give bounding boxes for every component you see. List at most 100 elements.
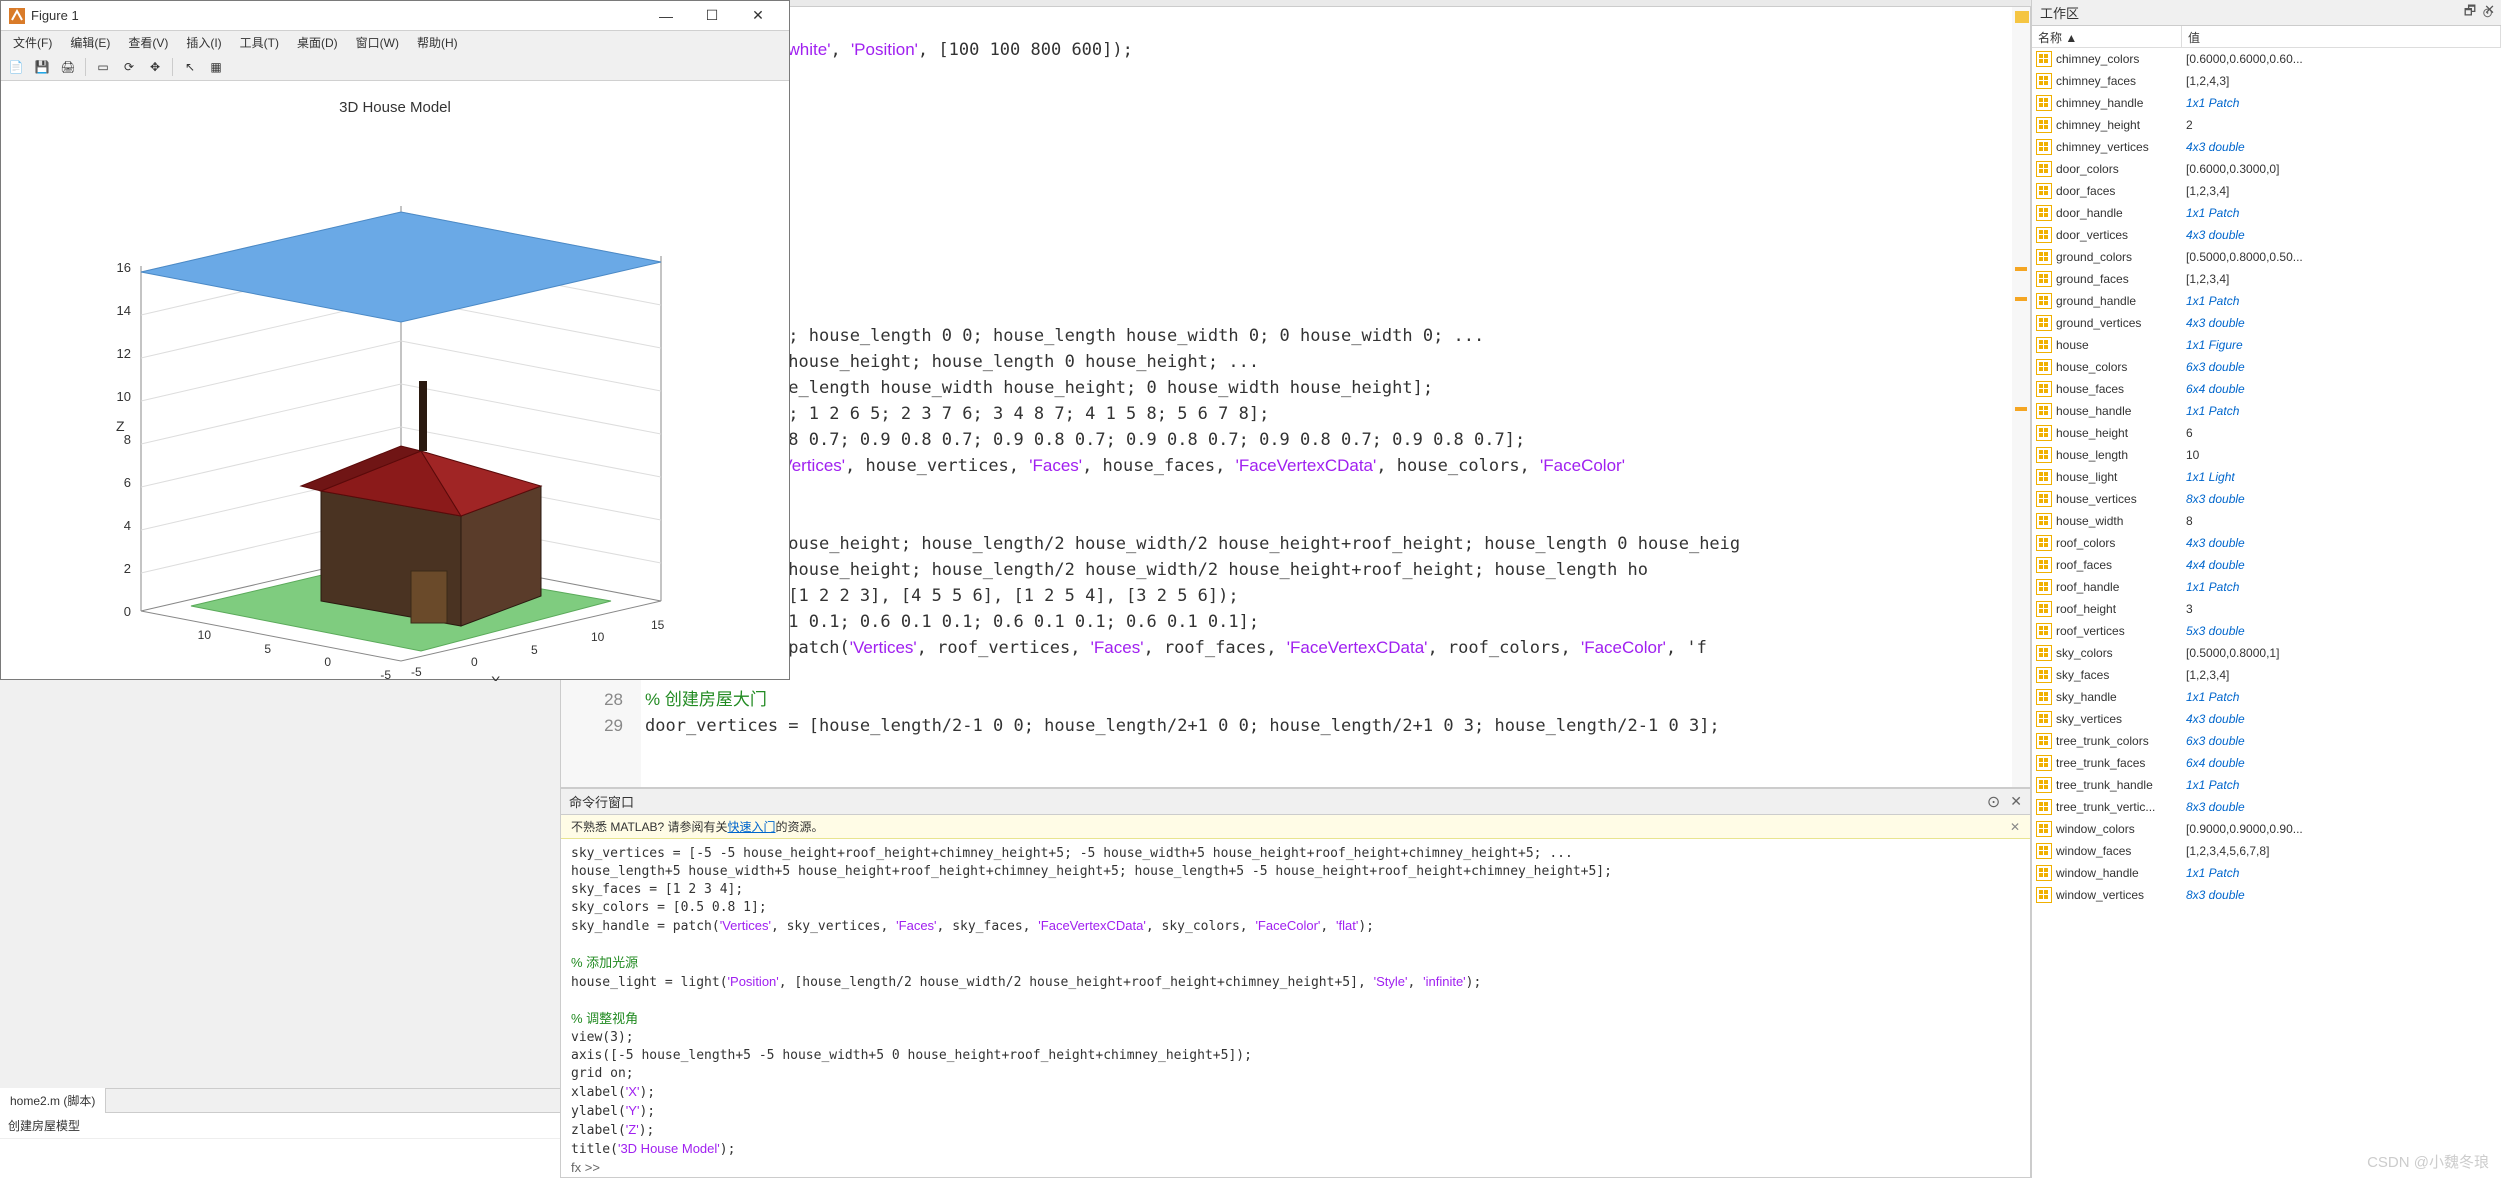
workspace-var[interactable]: window_faces[1,2,3,4,5,6,7,8] bbox=[2032, 840, 2501, 862]
variable-icon bbox=[2036, 95, 2052, 111]
cursor-icon[interactable]: ↖ bbox=[179, 56, 201, 78]
variable-icon bbox=[2036, 623, 2052, 639]
workspace-var[interactable]: chimney_faces[1,2,4,3] bbox=[2032, 70, 2501, 92]
workspace-list[interactable]: chimney_colors[0.6000,0.6000,0.60...chim… bbox=[2032, 48, 2501, 1178]
workspace-var[interactable]: ground_vertices4x3 double bbox=[2032, 312, 2501, 334]
script-section[interactable]: 创建房屋模型 bbox=[0, 1113, 560, 1139]
variable-icon bbox=[2036, 161, 2052, 177]
workspace-var[interactable]: roof_handle1x1 Patch bbox=[2032, 576, 2501, 598]
workspace-var[interactable]: tree_trunk_colors6x3 double bbox=[2032, 730, 2501, 752]
figure-window[interactable]: Figure 1 — ☐ ✕ 文件(F) 编辑(E) 查看(V) 插入(I) 工… bbox=[0, 0, 790, 680]
workspace-var[interactable]: house_width8 bbox=[2032, 510, 2501, 532]
col-value[interactable]: 值 bbox=[2182, 26, 2501, 47]
workspace-var[interactable]: sky_handle1x1 Patch bbox=[2032, 686, 2501, 708]
svg-text:10: 10 bbox=[117, 389, 131, 404]
close-infobar-icon[interactable]: ✕ bbox=[2010, 820, 2020, 834]
pointer-icon[interactable]: ▭ bbox=[92, 56, 114, 78]
workspace-var[interactable]: window_colors[0.9000,0.9000,0.90... bbox=[2032, 818, 2501, 840]
workspace-var[interactable]: window_handle1x1 Patch bbox=[2032, 862, 2501, 884]
code-body[interactable]: 屋模型 figure('Color', 'white', 'Position',… bbox=[641, 7, 2030, 787]
figure-titlebar[interactable]: Figure 1 — ☐ ✕ bbox=[1, 1, 789, 31]
workspace-var[interactable]: house_light1x1 Light bbox=[2032, 466, 2501, 488]
menu-tools[interactable]: 工具(T) bbox=[232, 32, 287, 53]
command-window-infobar: 不熟悉 MATLAB? 请参阅有关快速入门的资源。 ✕ bbox=[561, 815, 2030, 839]
databrush-icon[interactable]: ▦ bbox=[205, 56, 227, 78]
menu-window[interactable]: 窗口(W) bbox=[348, 32, 407, 53]
marker-warn[interactable] bbox=[2015, 297, 2027, 301]
pan-icon[interactable]: ✥ bbox=[144, 56, 166, 78]
workspace-var[interactable]: ground_faces[1,2,3,4] bbox=[2032, 268, 2501, 290]
variable-icon bbox=[2036, 821, 2052, 837]
quickstart-link[interactable]: 快速入门 bbox=[727, 818, 775, 835]
script-tab[interactable]: home2.m (脚本) bbox=[0, 1088, 106, 1113]
svg-text:8: 8 bbox=[124, 432, 131, 447]
new-icon[interactable]: 📄 bbox=[5, 56, 27, 78]
variable-icon bbox=[2036, 535, 2052, 551]
workspace-var[interactable]: sky_vertices4x3 double bbox=[2032, 708, 2501, 730]
menu-insert[interactable]: 插入(I) bbox=[178, 32, 229, 53]
marker-warn[interactable] bbox=[2015, 407, 2027, 411]
figure-toolbar: 📄 💾 🖨 ▭ ⟳ ✥ ↖ ▦ bbox=[1, 53, 789, 81]
close-button[interactable]: ✕ bbox=[735, 5, 781, 27]
workspace-var[interactable]: house_length10 bbox=[2032, 444, 2501, 466]
command-window-body[interactable]: sky_vertices = [-5 -5 house_height+roof_… bbox=[561, 839, 2030, 1177]
variable-icon bbox=[2036, 425, 2052, 441]
print-icon[interactable]: 🖨 bbox=[57, 56, 79, 78]
workspace-var[interactable]: roof_vertices5x3 double bbox=[2032, 620, 2501, 642]
workspace-var[interactable]: house_handle1x1 Patch bbox=[2032, 400, 2501, 422]
workspace-var[interactable]: house_vertices8x3 double bbox=[2032, 488, 2501, 510]
workspace-var[interactable]: roof_faces4x4 double bbox=[2032, 554, 2501, 576]
workspace-var[interactable]: tree_trunk_handle1x1 Patch bbox=[2032, 774, 2501, 796]
workspace-var[interactable]: house1x1 Figure bbox=[2032, 334, 2501, 356]
workspace-var[interactable]: door_vertices4x3 double bbox=[2032, 224, 2501, 246]
restore-icon[interactable]: 🗗 bbox=[2464, 2, 2476, 24]
script-tabs: home2.m (脚本) bbox=[0, 1089, 560, 1113]
workspace-var[interactable]: roof_colors4x3 double bbox=[2032, 532, 2501, 554]
figure-axes[interactable]: 3D House Model 024 6810 121416 bbox=[1, 81, 789, 679]
variable-icon bbox=[2036, 183, 2052, 199]
variable-icon bbox=[2036, 733, 2052, 749]
close-icon[interactable]: ✕ bbox=[2484, 2, 2495, 24]
col-name[interactable]: 名称 ▲ bbox=[2032, 26, 2182, 47]
marker-warn[interactable] bbox=[2015, 267, 2027, 271]
svg-text:15: 15 bbox=[651, 618, 665, 632]
minimize-button[interactable]: — bbox=[643, 5, 689, 27]
workspace-var[interactable]: door_colors[0.6000,0.3000,0] bbox=[2032, 158, 2501, 180]
workspace-header[interactable]: 名称 ▲ 值 bbox=[2032, 26, 2501, 48]
close-icon[interactable]: ✕ bbox=[2010, 793, 2022, 810]
workspace-var[interactable]: sky_faces[1,2,3,4] bbox=[2032, 664, 2501, 686]
menu-file[interactable]: 文件(F) bbox=[5, 32, 60, 53]
workspace-var[interactable]: ground_handle1x1 Patch bbox=[2032, 290, 2501, 312]
workspace-var[interactable]: window_vertices8x3 double bbox=[2032, 884, 2501, 906]
warn-summary-icon[interactable] bbox=[2015, 11, 2029, 23]
menu-desktop[interactable]: 桌面(D) bbox=[289, 32, 346, 53]
workspace-var[interactable]: house_height6 bbox=[2032, 422, 2501, 444]
workspace-var[interactable]: house_faces6x4 double bbox=[2032, 378, 2501, 400]
rotate-icon[interactable]: ⟳ bbox=[118, 56, 140, 78]
menu-help[interactable]: 帮助(H) bbox=[409, 32, 466, 53]
workspace-var[interactable]: chimney_colors[0.6000,0.6000,0.60... bbox=[2032, 48, 2501, 70]
workspace-var[interactable]: ground_colors[0.5000,0.8000,0.50... bbox=[2032, 246, 2501, 268]
workspace-var[interactable]: roof_height3 bbox=[2032, 598, 2501, 620]
menu-view[interactable]: 查看(V) bbox=[120, 32, 176, 53]
dropdown-icon[interactable]: ⊙ bbox=[1987, 792, 2000, 812]
workspace-var[interactable]: house_colors6x3 double bbox=[2032, 356, 2501, 378]
svg-text:-5: -5 bbox=[380, 668, 391, 681]
workspace-var[interactable]: tree_trunk_faces6x4 double bbox=[2032, 752, 2501, 774]
maximize-button[interactable]: ☐ bbox=[689, 5, 735, 27]
workspace-var[interactable]: tree_trunk_vertic...8x3 double bbox=[2032, 796, 2501, 818]
variable-icon bbox=[2036, 117, 2052, 133]
workspace-var[interactable]: sky_colors[0.5000,0.8000,1] bbox=[2032, 642, 2501, 664]
variable-icon bbox=[2036, 865, 2052, 881]
variable-icon bbox=[2036, 645, 2052, 661]
svg-text:2: 2 bbox=[124, 561, 131, 576]
workspace-var[interactable]: door_faces[1,2,3,4] bbox=[2032, 180, 2501, 202]
workspace-var[interactable]: chimney_vertices4x3 double bbox=[2032, 136, 2501, 158]
menu-edit[interactable]: 编辑(E) bbox=[62, 32, 118, 53]
variable-icon bbox=[2036, 491, 2052, 507]
svg-text:14: 14 bbox=[117, 303, 131, 318]
save-icon[interactable]: 💾 bbox=[31, 56, 53, 78]
workspace-var[interactable]: chimney_height2 bbox=[2032, 114, 2501, 136]
workspace-var[interactable]: chimney_handle1x1 Patch bbox=[2032, 92, 2501, 114]
workspace-var[interactable]: door_handle1x1 Patch bbox=[2032, 202, 2501, 224]
